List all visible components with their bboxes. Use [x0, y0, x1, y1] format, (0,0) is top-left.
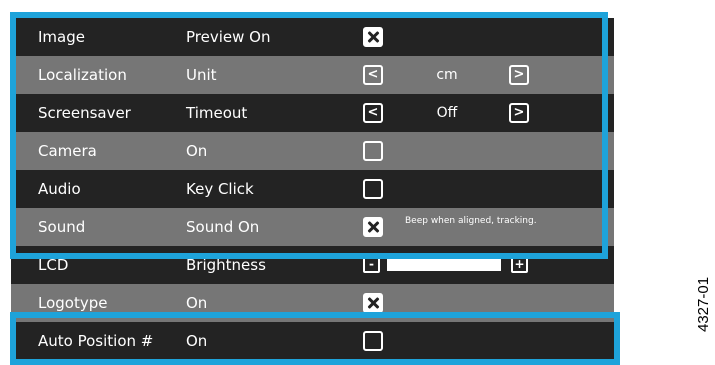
row-setting: Preview On — [186, 28, 271, 46]
row-name: Sound — [38, 218, 86, 236]
preview-on-checkbox[interactable] — [363, 27, 383, 47]
figure-id-label: 4327-01 — [695, 272, 715, 332]
row-setting: Unit — [186, 66, 217, 84]
row-name: Screensaver — [38, 104, 131, 122]
row-setting: Sound On — [186, 218, 260, 236]
row-name: Auto Position # — [38, 332, 154, 350]
unit-prev-button[interactable]: < — [363, 65, 383, 85]
settings-row-localization: Localization Unit < cm > — [11, 56, 614, 94]
unit-next-button[interactable]: > — [509, 65, 529, 85]
brightness-decrease-button[interactable]: - — [363, 256, 380, 273]
row-setting: Brightness — [186, 256, 266, 274]
unit-value: cm — [436, 67, 458, 83]
row-setting: On — [186, 142, 208, 160]
auto-position-checkbox[interactable] — [363, 331, 383, 351]
sound-note: Beep when aligned, tracking. — [405, 216, 537, 226]
settings-panel: Image Preview On Localization Unit < cm … — [11, 18, 614, 360]
key-click-checkbox[interactable] — [363, 179, 383, 199]
row-name: Camera — [38, 142, 97, 160]
figure-id-text: 4327-01 — [695, 276, 712, 332]
sound-on-checkbox[interactable] — [363, 217, 383, 237]
timeout-prev-button[interactable]: < — [363, 103, 383, 123]
settings-row-camera: Camera On — [11, 132, 614, 170]
row-setting: Timeout — [186, 104, 248, 122]
row-name: LCD — [38, 256, 69, 274]
row-setting: On — [186, 294, 208, 312]
brightness-increase-button[interactable]: + — [511, 256, 528, 273]
row-setting: Key Click — [186, 180, 254, 198]
settings-row-audio: Audio Key Click — [11, 170, 614, 208]
settings-row-lcd: LCD Brightness - + — [11, 246, 614, 284]
settings-row-image: Image Preview On — [11, 18, 614, 56]
row-name: Localization — [38, 66, 127, 84]
row-name: Logotype — [38, 294, 108, 312]
brightness-level-bar[interactable] — [387, 258, 501, 271]
row-name: Audio — [38, 180, 81, 198]
row-setting: On — [186, 332, 208, 350]
logotype-on-checkbox[interactable] — [363, 293, 383, 313]
camera-on-checkbox[interactable] — [363, 141, 383, 161]
settings-row-logotype: Logotype On — [11, 284, 614, 322]
settings-row-sound: Sound Sound On Beep when aligned, tracki… — [11, 208, 614, 246]
settings-row-screensaver: Screensaver Timeout < Off > — [11, 94, 614, 132]
settings-row-auto-position: Auto Position # On — [11, 322, 614, 360]
timeout-next-button[interactable]: > — [509, 103, 529, 123]
row-name: Image — [38, 28, 85, 46]
timeout-value: Off — [436, 105, 458, 121]
